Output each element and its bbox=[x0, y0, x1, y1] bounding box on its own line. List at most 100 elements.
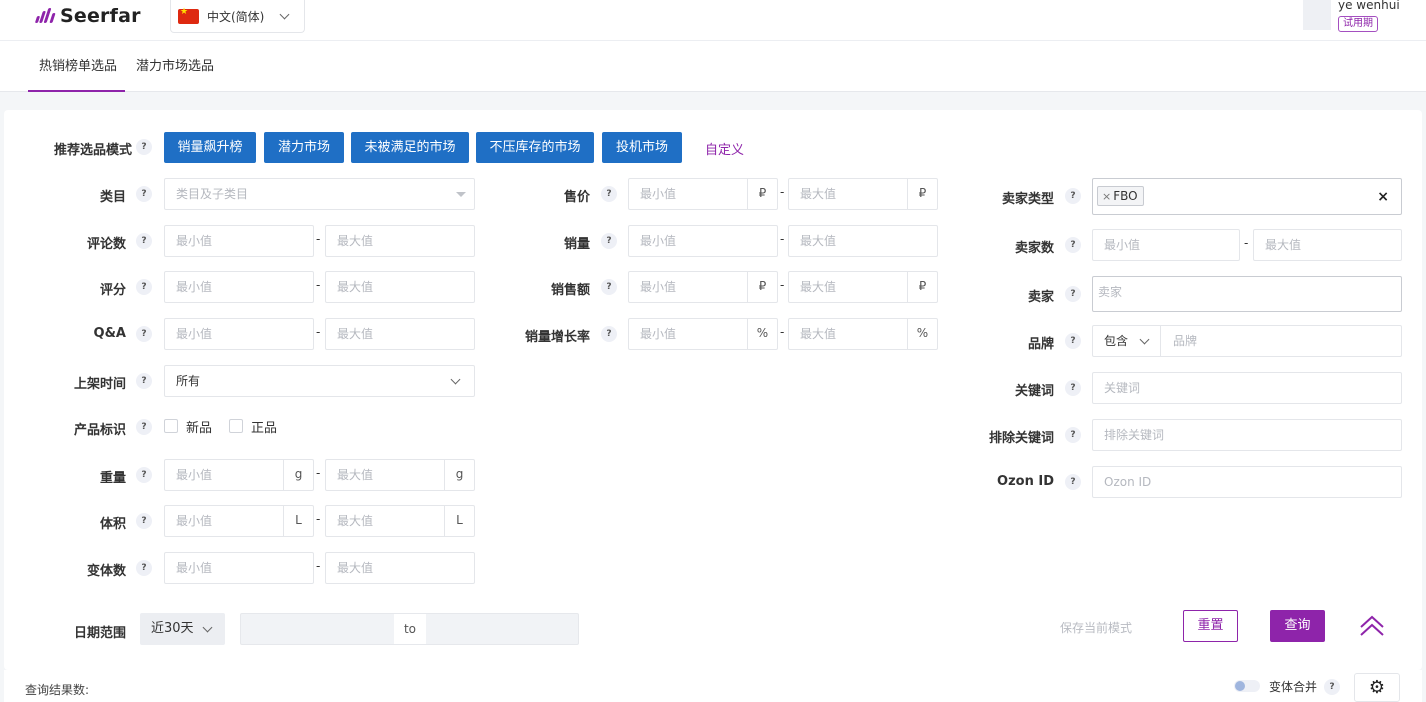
listing-time-select[interactable]: 所有 bbox=[164, 365, 475, 397]
growth-max-input[interactable]: 最大值 % bbox=[788, 318, 938, 350]
price-max-input[interactable]: 最大值 ₽ bbox=[788, 178, 938, 210]
save-mode-button[interactable]: 保存当前模式 bbox=[1060, 619, 1132, 636]
rating-label: 评分 bbox=[99, 283, 126, 298]
mode-label: 推荐选品模式 bbox=[53, 143, 132, 158]
volume-min-input[interactable]: 最小值 L bbox=[164, 505, 314, 537]
brand-input[interactable]: 品牌 bbox=[1173, 326, 1197, 356]
keyword-input[interactable]: 关键词 bbox=[1092, 372, 1402, 404]
help-icon[interactable]: ? bbox=[1065, 237, 1081, 253]
weight-max-input[interactable]: 最大值 g bbox=[325, 459, 475, 491]
range-dash: - bbox=[316, 232, 321, 246]
brand-field: 包含 品牌 bbox=[1092, 325, 1402, 357]
volume-max-placeholder: 最大值 bbox=[337, 514, 374, 528]
sales-max-input[interactable]: 最大值 bbox=[788, 225, 938, 257]
query-button[interactable]: 查询 bbox=[1270, 610, 1325, 642]
percent-unit: % bbox=[747, 318, 777, 350]
help-icon[interactable]: ? bbox=[136, 139, 152, 155]
chevron-down-icon bbox=[1139, 334, 1150, 345]
clear-icon[interactable]: × bbox=[1377, 182, 1389, 212]
category-select[interactable]: 类目及子类目 bbox=[164, 178, 475, 210]
product-tag-label: 产品标识 bbox=[73, 423, 126, 438]
mode-no-stock-market-button[interactable]: 不压库存的市场 bbox=[476, 132, 594, 163]
help-icon[interactable]: ? bbox=[601, 186, 617, 202]
help-icon[interactable]: ? bbox=[1065, 286, 1081, 302]
revenue-max-input[interactable]: 最大值 ₽ bbox=[788, 271, 938, 303]
logo-bars-icon bbox=[34, 8, 56, 24]
help-icon[interactable]: ? bbox=[136, 279, 152, 295]
variants-min-input[interactable]: 最小值 bbox=[164, 552, 314, 584]
collapse-up-icon[interactable] bbox=[1358, 614, 1386, 638]
qa-min-input[interactable]: 最小值 bbox=[164, 318, 314, 350]
new-product-checkbox[interactable] bbox=[164, 419, 178, 433]
tab-potential-market[interactable]: 潜力市场选品 bbox=[136, 41, 214, 92]
help-icon[interactable]: ? bbox=[1065, 188, 1081, 204]
seller-label: 卖家 bbox=[1027, 290, 1054, 305]
date-range-picker[interactable]: to bbox=[240, 613, 579, 645]
reviews-min-input[interactable]: 最小值 bbox=[164, 225, 314, 257]
seerfar-logo[interactable]: Seerfar bbox=[34, 5, 141, 27]
help-icon[interactable]: ? bbox=[136, 467, 152, 483]
tab-hot-list[interactable]: 热销榜单选品 bbox=[28, 41, 125, 92]
new-product-label[interactable]: 新品 bbox=[186, 417, 212, 436]
help-icon[interactable]: ? bbox=[1065, 474, 1081, 490]
custom-mode-link[interactable]: 自定义 bbox=[705, 139, 744, 158]
help-icon[interactable]: ? bbox=[136, 326, 152, 342]
help-icon[interactable]: ? bbox=[1065, 427, 1081, 443]
user-name[interactable]: ye wenhui bbox=[1338, 0, 1400, 12]
help-icon[interactable]: ? bbox=[601, 326, 617, 342]
fbo-tag[interactable]: × FBO bbox=[1097, 186, 1144, 206]
volume-max-input[interactable]: 最大值 L bbox=[325, 505, 475, 537]
category-placeholder: 类目及子类目 bbox=[176, 187, 249, 201]
date-preset-select[interactable]: 近30天 bbox=[140, 613, 225, 645]
logo-text: Seerfar bbox=[60, 5, 141, 27]
help-icon[interactable]: ? bbox=[1065, 380, 1081, 396]
help-icon[interactable]: ? bbox=[1324, 679, 1340, 695]
variant-merge-toggle[interactable] bbox=[1234, 680, 1260, 692]
help-icon[interactable]: ? bbox=[136, 560, 152, 576]
ozon-id-input[interactable]: Ozon ID bbox=[1092, 466, 1402, 498]
revenue-min-input[interactable]: 最小值 ₽ bbox=[628, 271, 778, 303]
help-icon[interactable]: ? bbox=[601, 233, 617, 249]
help-icon[interactable]: ? bbox=[136, 373, 152, 389]
price-min-placeholder: 最小值 bbox=[640, 187, 677, 201]
genuine-label[interactable]: 正品 bbox=[251, 417, 277, 436]
seller-input[interactable]: 卖家 bbox=[1092, 276, 1402, 312]
help-icon[interactable]: ? bbox=[601, 279, 617, 295]
revenue-min-placeholder: 最小值 bbox=[640, 280, 677, 294]
gear-icon[interactable]: ⚙ bbox=[1354, 673, 1400, 702]
help-icon[interactable]: ? bbox=[1065, 333, 1081, 349]
price-min-input[interactable]: 最小值 ₽ bbox=[628, 178, 778, 210]
rating-min-input[interactable]: 最小值 bbox=[164, 271, 314, 303]
tag-remove-icon[interactable]: × bbox=[1102, 190, 1111, 203]
fbo-tag-label: FBO bbox=[1113, 189, 1138, 203]
seller-count-min-input[interactable]: 最小值 bbox=[1092, 229, 1240, 261]
avatar[interactable] bbox=[1303, 0, 1331, 30]
weight-label: 重量 bbox=[99, 471, 126, 486]
language-select[interactable]: 中文(简体) bbox=[170, 0, 305, 33]
tab-label: 潜力市场选品 bbox=[136, 59, 215, 74]
mode-sales-surge-button[interactable]: 销量飙升榜 bbox=[164, 132, 256, 163]
help-icon[interactable]: ? bbox=[136, 233, 152, 249]
help-icon[interactable]: ? bbox=[136, 419, 152, 435]
variants-max-input[interactable]: 最大值 bbox=[325, 552, 475, 584]
weight-min-input[interactable]: 最小值 g bbox=[164, 459, 314, 491]
seller-count-max-input[interactable]: 最大值 bbox=[1253, 229, 1402, 261]
range-dash: - bbox=[780, 278, 785, 292]
rating-max-input[interactable]: 最大值 bbox=[325, 271, 475, 303]
genuine-checkbox[interactable] bbox=[229, 419, 243, 433]
reviews-max-input[interactable]: 最大值 bbox=[325, 225, 475, 257]
brand-mode-select[interactable]: 包含 bbox=[1093, 326, 1161, 356]
cn-flag-icon bbox=[178, 7, 199, 24]
sales-min-input[interactable]: 最小值 bbox=[628, 225, 778, 257]
mode-potential-market-button[interactable]: 潜力市场 bbox=[264, 132, 344, 163]
exclude-keyword-input[interactable]: 排除关键词 bbox=[1092, 419, 1402, 451]
seller-type-select[interactable]: × FBO × bbox=[1092, 178, 1402, 215]
mode-unmet-market-button[interactable]: 未被满足的市场 bbox=[351, 132, 469, 163]
qa-max-input[interactable]: 最大值 bbox=[325, 318, 475, 350]
mode-speculative-market-button[interactable]: 投机市场 bbox=[602, 132, 682, 163]
growth-min-input[interactable]: 最小值 % bbox=[628, 318, 778, 350]
help-icon[interactable]: ? bbox=[136, 186, 152, 202]
help-icon[interactable]: ? bbox=[136, 513, 152, 529]
listing-time-value: 所有 bbox=[176, 374, 201, 388]
reset-button[interactable]: 重置 bbox=[1183, 610, 1238, 642]
